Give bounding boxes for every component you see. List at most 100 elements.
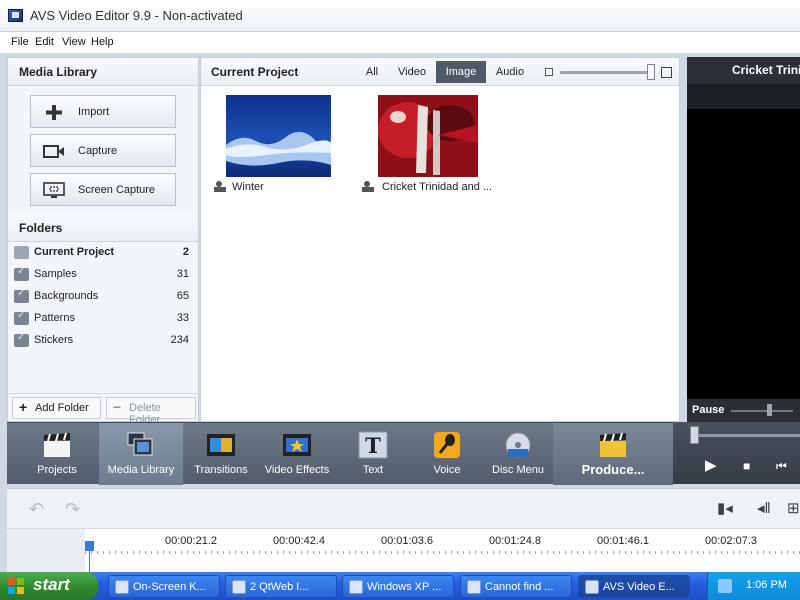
playback-controls: ▶ ■ ⏮ xyxy=(673,422,800,484)
filter-tab-audio[interactable]: Audio xyxy=(490,61,530,83)
folder-current-project[interactable]: Current Project 2 xyxy=(12,242,196,264)
menu-edit[interactable]: Edit xyxy=(35,36,54,48)
windows-taskbar: start On-Screen K... 2 QtWeb I... Window… xyxy=(0,572,800,600)
undo-icon[interactable]: ↶ xyxy=(29,499,53,519)
timeline-header xyxy=(7,529,85,573)
ruler-ticks xyxy=(85,551,800,554)
folder-stickers[interactable]: Stickers 234 xyxy=(12,330,196,352)
zoom-out-icon[interactable] xyxy=(545,68,553,76)
disc-icon xyxy=(505,432,531,458)
delete-folder-button[interactable]: − Delete Folder xyxy=(106,397,196,426)
preview-seek-bar[interactable] xyxy=(690,434,800,437)
clock: 1:06 PM xyxy=(746,579,787,591)
folder-count: 33 xyxy=(176,312,189,324)
menu-file[interactable]: File xyxy=(11,36,29,48)
redo-icon[interactable]: ↷ xyxy=(65,499,89,519)
thumbnail-size-slider[interactable] xyxy=(560,71,652,74)
start-button[interactable]: start xyxy=(0,572,98,600)
clapperboard-icon xyxy=(44,432,70,457)
avs-icon xyxy=(585,580,599,594)
volume-slider-thumb[interactable] xyxy=(767,404,772,416)
adjust-icon[interactable]: ⊞ xyxy=(787,499,800,519)
taskbar-item-avs-video-editor[interactable]: AVS Video E... xyxy=(578,575,690,598)
ruler-tick-label: 00:02:07.3 xyxy=(705,535,757,547)
stop-icon[interactable]: ■ xyxy=(743,459,750,473)
folder-actions: + Add Folder − Delete Folder xyxy=(8,393,198,426)
tool-label: Transitions xyxy=(194,464,248,476)
media-library-icon xyxy=(127,432,153,456)
folder-patterns[interactable]: Patterns 33 xyxy=(12,308,196,330)
capture-button[interactable]: Capture xyxy=(30,134,176,167)
plus-icon: + xyxy=(19,399,28,415)
folder-count: 65 xyxy=(176,290,189,302)
tool-media-library[interactable]: Media Library xyxy=(99,423,183,485)
image-type-icon xyxy=(362,181,376,193)
play-icon[interactable]: ▶ xyxy=(705,456,717,474)
taskbar-item-label: Windows XP ... xyxy=(367,581,442,593)
menu-help[interactable]: Help xyxy=(91,36,114,48)
folder-name: Samples xyxy=(34,268,77,280)
import-button[interactable]: Import xyxy=(30,95,176,128)
split-icon[interactable]: ▮◂ xyxy=(717,499,741,519)
taskbar-item-windows-xp[interactable]: Windows XP ... xyxy=(342,575,454,598)
keyboard-icon xyxy=(115,580,129,594)
folder-count: 2 xyxy=(182,246,189,258)
tool-video-effects[interactable]: Video Effects xyxy=(259,423,335,485)
ruler-tick-label: 00:01:24.8 xyxy=(489,535,541,547)
timeline-ruler[interactable]: 00:00:21.2 00:00:42.4 00:01:03.6 00:01:2… xyxy=(7,528,800,573)
camera-icon xyxy=(43,145,64,158)
window-icon xyxy=(467,580,481,594)
import-label: Import xyxy=(78,106,110,118)
folder-name: Current Project xyxy=(34,246,115,258)
minus-icon: − xyxy=(113,399,122,415)
produce-button[interactable]: Produce... xyxy=(553,423,673,485)
folder-icon xyxy=(14,310,29,325)
taskbar-item-label: AVS Video E... xyxy=(603,581,675,593)
tool-transitions[interactable]: Transitions xyxy=(189,423,253,485)
media-library-panel: Media Library Import Capture Screen Capt… xyxy=(7,57,199,426)
current-project-header: Current Project All Video Image Audio xyxy=(201,58,679,86)
volume-slider[interactable] xyxy=(731,410,793,412)
filter-tab-video[interactable]: Video xyxy=(394,61,430,83)
add-folder-label: Add Folder xyxy=(35,402,89,414)
filter-tab-all[interactable]: All xyxy=(359,61,385,83)
svg-text:T: T xyxy=(365,433,381,458)
audio-settings-icon[interactable]: ◂ǁ xyxy=(757,499,781,519)
tool-voice[interactable]: Voice xyxy=(417,423,477,485)
folder-samples[interactable]: Samples 31 xyxy=(12,264,196,286)
tool-text[interactable]: T Text xyxy=(343,423,403,485)
winter-thumbnail xyxy=(226,95,331,177)
tool-disc-menu[interactable]: Disc Menu xyxy=(485,423,551,485)
folder-icon xyxy=(14,332,29,347)
ruler-tick-label: 00:00:42.4 xyxy=(273,535,325,547)
tool-label: Text xyxy=(362,464,384,476)
screen-capture-button[interactable]: Screen Capture xyxy=(30,173,176,206)
thumbnail-size-slider-thumb[interactable] xyxy=(647,64,655,80)
transitions-icon xyxy=(207,434,235,456)
folder-icon xyxy=(14,246,29,259)
filter-tab-image[interactable]: Image xyxy=(436,61,486,83)
winrar-icon xyxy=(349,580,363,594)
playhead-line xyxy=(89,551,90,573)
start-label: start xyxy=(33,575,70,594)
tool-label: Media Library xyxy=(107,464,175,476)
taskbar-item-onscreen-keyboard[interactable]: On-Screen K... xyxy=(108,575,220,598)
taskbar-item-qtweb[interactable]: 2 QtWeb I... xyxy=(225,575,337,598)
folder-backgrounds[interactable]: Backgrounds 65 xyxy=(12,286,196,308)
skip-to-start-icon[interactable]: ⏮ xyxy=(776,459,787,474)
playhead-marker[interactable] xyxy=(85,541,94,551)
window-title: AVS Video Editor 9.9 - Non-activated xyxy=(30,8,243,23)
network-icon[interactable] xyxy=(718,579,732,593)
timeline-toolbar: ↶ ↷ ▮◂ ◂ǁ ⊞ xyxy=(7,488,800,528)
folder-icon xyxy=(14,266,29,281)
tool-projects[interactable]: Projects xyxy=(23,423,91,485)
zoom-in-icon[interactable] xyxy=(661,67,672,78)
preview-seek-thumb[interactable] xyxy=(690,426,699,444)
add-folder-button[interactable]: + Add Folder xyxy=(12,397,101,419)
taskbar-item-cannot-find[interactable]: Cannot find ... xyxy=(460,575,572,598)
capture-label: Capture xyxy=(78,145,118,157)
app-icon xyxy=(8,9,23,22)
folder-name: Backgrounds xyxy=(34,290,99,302)
screen-capture-label: Screen Capture xyxy=(78,184,156,196)
menu-view[interactable]: View xyxy=(62,36,86,48)
